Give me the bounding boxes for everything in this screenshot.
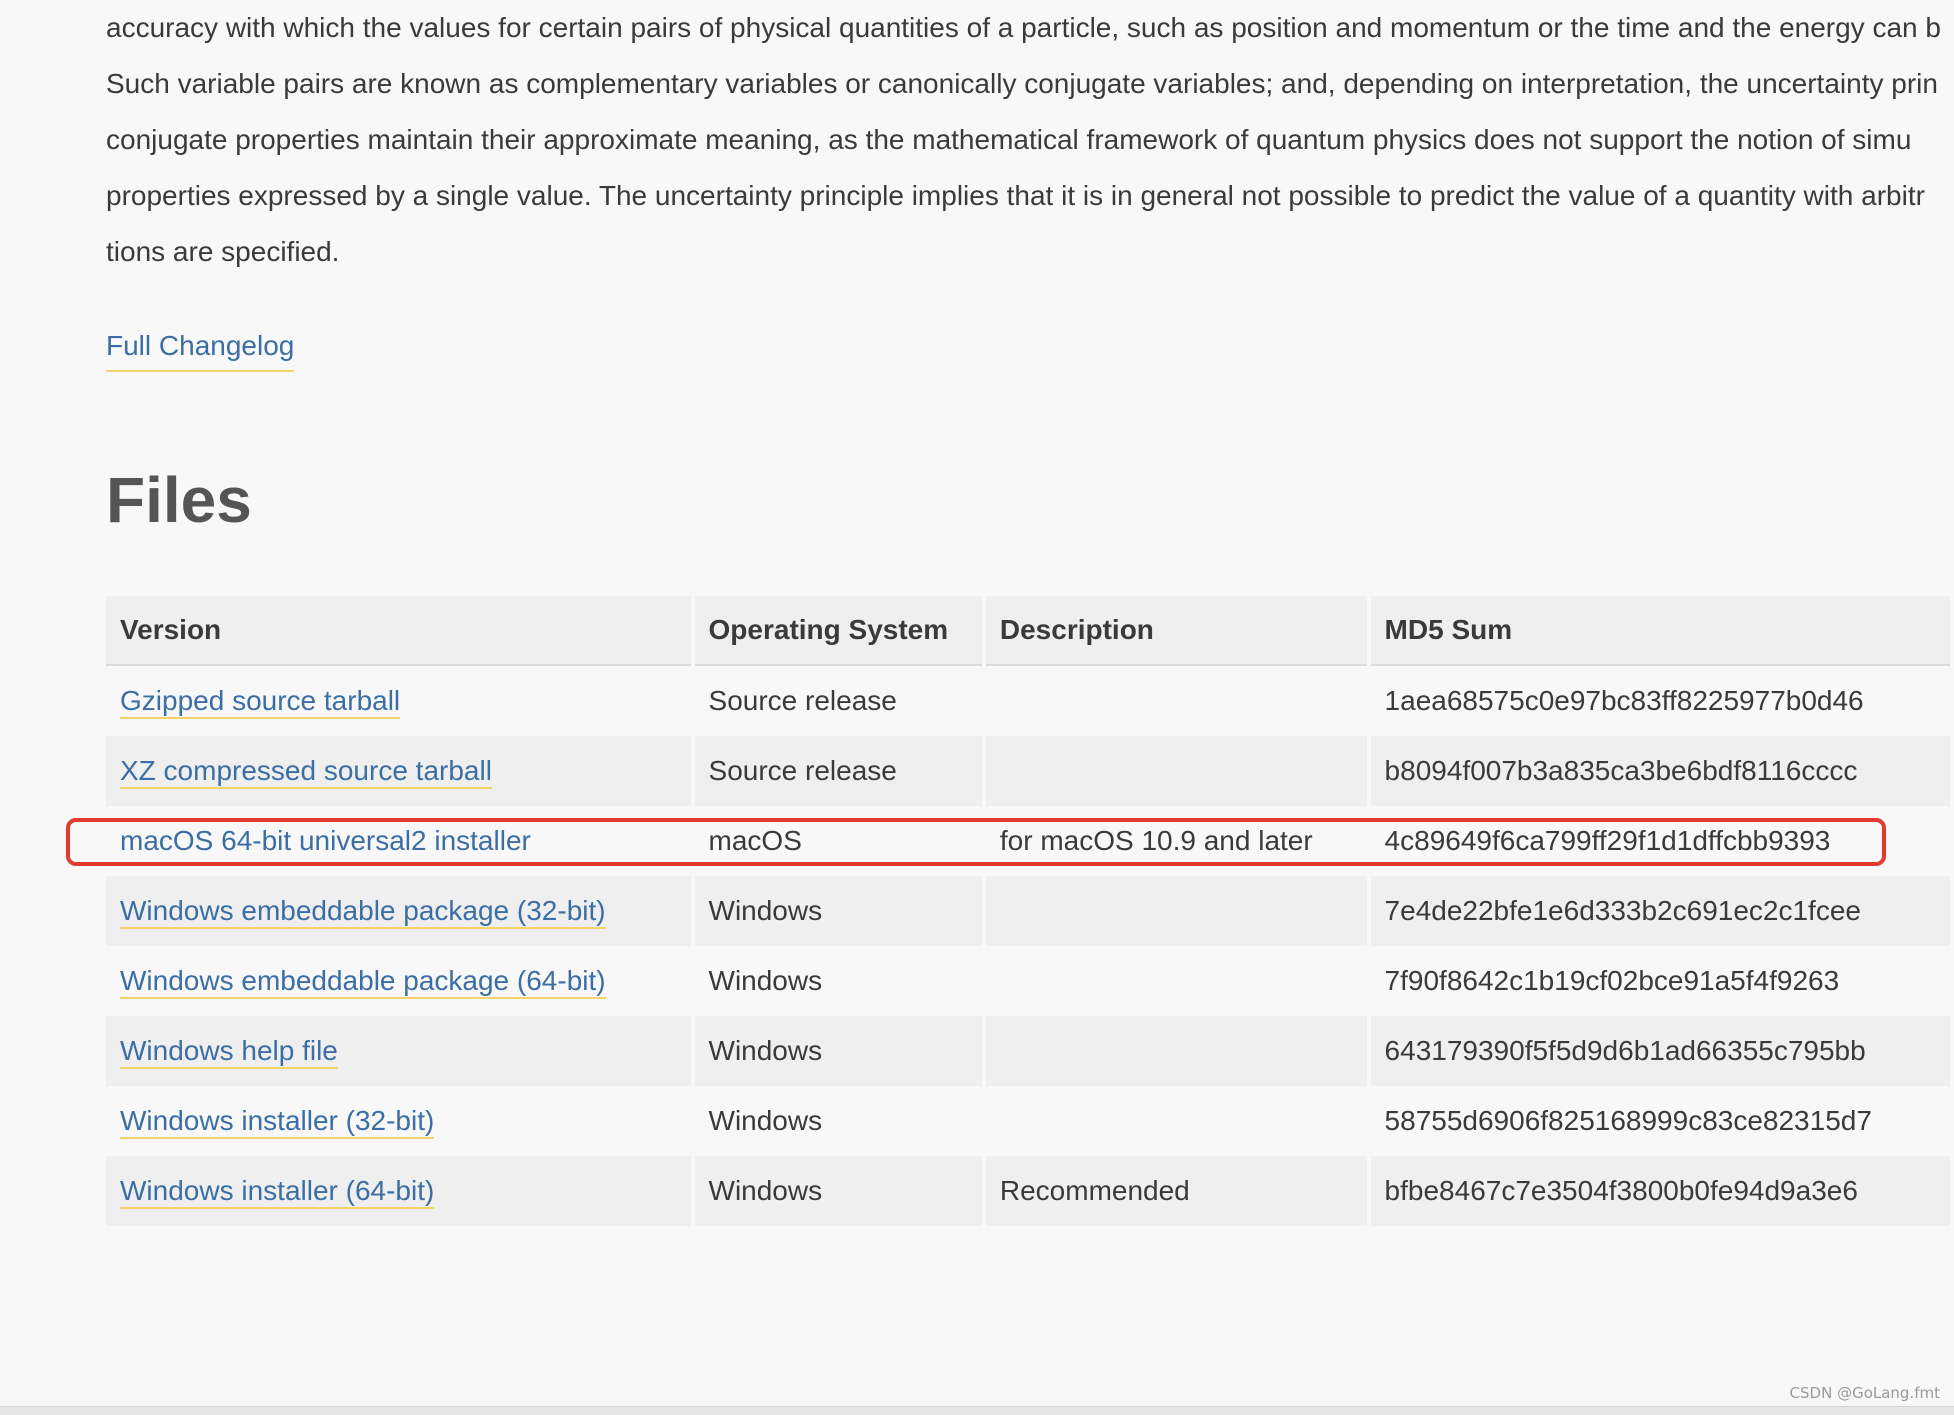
page: accuracy with which the values for certa… <box>0 0 1954 1415</box>
table-row: Windows help file Windows 643179390f5f5d… <box>106 1016 1950 1086</box>
md5-cell: 58755d6906f825168999c83ce82315d7 <box>1370 1086 1950 1156</box>
os-cell: Windows <box>694 876 982 946</box>
watermark: CSDN @GoLang.fmt <box>1789 1384 1940 1402</box>
os-cell: Windows <box>694 1156 982 1226</box>
files-heading: Files <box>106 464 252 536</box>
description-cell <box>985 736 1367 806</box>
intro-line: Such variable pairs are known as complem… <box>106 68 1938 99</box>
description-cell <box>985 666 1367 736</box>
version-cell: macOS 64-bit universal2 installer <box>106 806 691 876</box>
file-download-link[interactable]: Windows installer (32-bit) <box>120 1105 435 1139</box>
full-changelog-link[interactable]: Full Changelog <box>106 322 295 372</box>
file-download-link[interactable]: macOS 64-bit universal2 installer <box>120 825 531 859</box>
description-cell <box>985 1086 1367 1156</box>
file-download-link[interactable]: XZ compressed source tarball <box>120 755 492 789</box>
version-cell: Windows installer (32-bit) <box>106 1086 691 1156</box>
table-row: Windows embeddable package (32-bit) Wind… <box>106 876 1950 946</box>
md5-cell: b8094f007b3a835ca3be6bdf8116cccc <box>1370 736 1950 806</box>
table-header-row: Version Operating System Description MD5… <box>106 596 1950 666</box>
column-header-os: Operating System <box>694 596 982 666</box>
description-cell <box>985 946 1367 1016</box>
version-cell: Windows installer (64-bit) <box>106 1156 691 1226</box>
intro-line: conjugate properties maintain their appr… <box>106 124 1912 155</box>
table-row: XZ compressed source tarball Source rele… <box>106 736 1950 806</box>
file-download-link[interactable]: Gzipped source tarball <box>120 685 401 719</box>
os-cell: Windows <box>694 1086 982 1156</box>
md5-cell: 1aea68575c0e97bc83ff8225977b0d46 <box>1370 666 1950 736</box>
intro-line: tions are specified. <box>106 236 340 267</box>
intro-line: accuracy with which the values for certa… <box>106 12 1941 43</box>
file-download-link[interactable]: Windows installer (64-bit) <box>120 1175 435 1209</box>
description-cell <box>985 876 1367 946</box>
version-cell: Gzipped source tarball <box>106 666 691 736</box>
os-cell: Windows <box>694 1016 982 1086</box>
files-table: Version Operating System Description MD5… <box>102 596 1954 1226</box>
version-cell: Windows embeddable package (32-bit) <box>106 876 691 946</box>
md5-cell: bfbe8467c7e3504f3800b0fe94d9a3e6 <box>1370 1156 1950 1226</box>
intro-paragraph: accuracy with which the values for certa… <box>106 0 1954 280</box>
column-header-md5: MD5 Sum <box>1370 596 1950 666</box>
description-cell <box>985 1016 1367 1086</box>
table-row: Gzipped source tarball Source release 1a… <box>106 666 1950 736</box>
table-row: Windows installer (64-bit) Windows Recom… <box>106 1156 1950 1226</box>
version-cell: XZ compressed source tarball <box>106 736 691 806</box>
version-cell: Windows help file <box>106 1016 691 1086</box>
description-cell: for macOS 10.9 and later <box>985 806 1367 876</box>
column-header-description: Description <box>985 596 1367 666</box>
file-download-link[interactable]: Windows embeddable package (64-bit) <box>120 965 606 999</box>
table-row: Windows installer (32-bit) Windows 58755… <box>106 1086 1950 1156</box>
os-cell: Source release <box>694 736 982 806</box>
table-row: Windows embeddable package (64-bit) Wind… <box>106 946 1950 1016</box>
md5-cell: 7e4de22bfe1e6d333b2c691ec2c1fcee <box>1370 876 1950 946</box>
description-cell: Recommended <box>985 1156 1367 1226</box>
column-header-version: Version <box>106 596 691 666</box>
table-row-highlighted: macOS 64-bit universal2 installer macOS … <box>106 806 1950 876</box>
file-download-link[interactable]: Windows embeddable package (32-bit) <box>120 895 606 929</box>
md5-cell: 643179390f5f5d9d6b1ad66355c795bb <box>1370 1016 1950 1086</box>
intro-line: properties expressed by a single value. … <box>106 180 1925 211</box>
file-download-link[interactable]: Windows help file <box>120 1035 338 1069</box>
md5-cell: 4c89649f6ca799ff29f1d1dffcbb9393 <box>1370 806 1950 876</box>
os-cell: Source release <box>694 666 982 736</box>
md5-cell: 7f90f8642c1b19cf02bce91a5f4f9263 <box>1370 946 1950 1016</box>
os-cell: macOS <box>694 806 982 876</box>
os-cell: Windows <box>694 946 982 1016</box>
version-cell: Windows embeddable package (64-bit) <box>106 946 691 1016</box>
